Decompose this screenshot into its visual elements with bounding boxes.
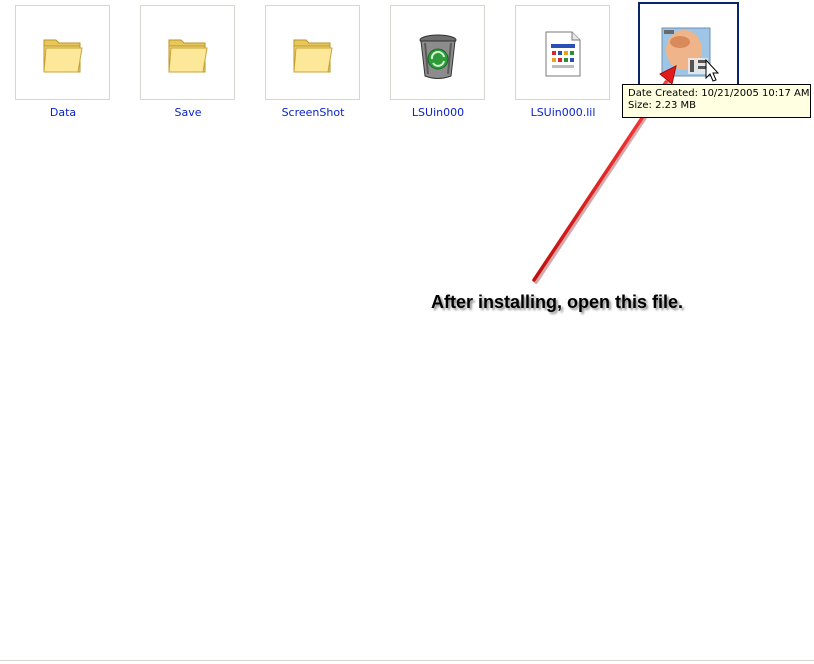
annotation-caption: After installing, open this file. <box>431 292 684 312</box>
mouse-cursor-icon <box>705 58 720 82</box>
tooltip-date-created: Date Created: 10/21/2005 10:17 AM <box>628 88 810 99</box>
tooltip-size: Size: 2.23 MB <box>628 100 697 111</box>
window-bottom-border <box>0 660 814 661</box>
file-list-view: Data Save ScreenShot LSUin000 LSUin000.l… <box>0 0 814 664</box>
file-info-tooltip: Date Created: 10/21/2005 10:17 AM Size: … <box>622 84 811 118</box>
